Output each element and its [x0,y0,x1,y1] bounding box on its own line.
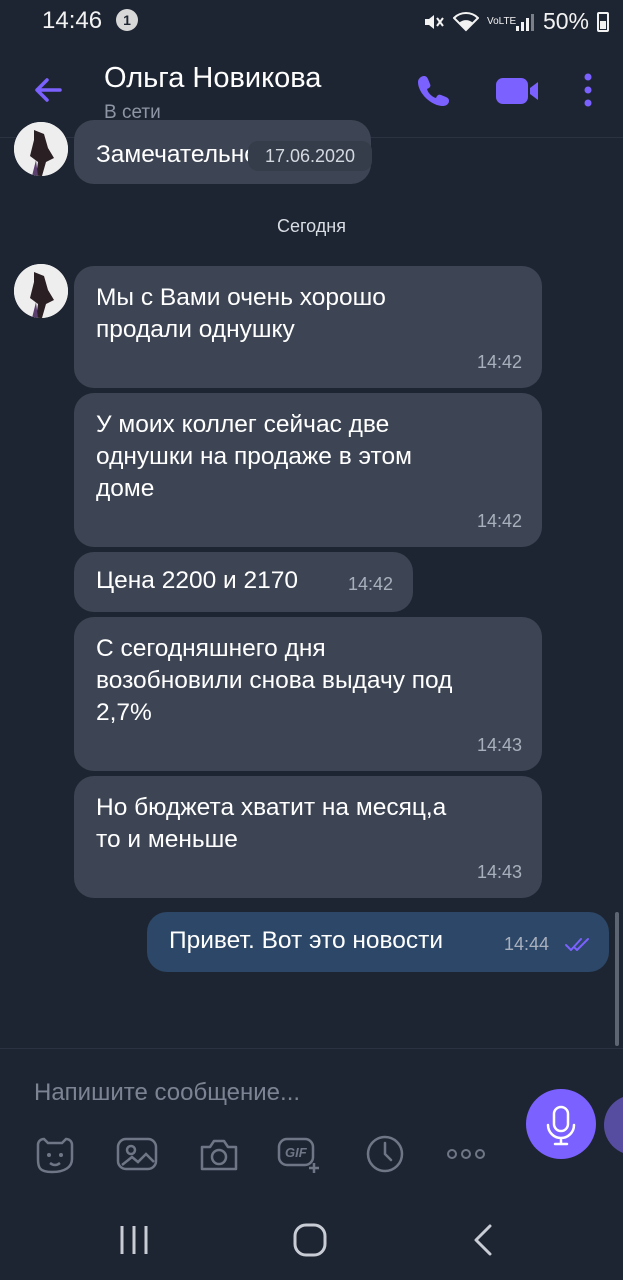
message-bubble-incoming[interactable]: Но бюджета хватит на месяц,а то и меньше… [74,776,542,898]
status-bar: 14:46 1 VoLTE 50% [0,0,623,44]
scrollbar[interactable] [615,912,619,1046]
gallery-icon[interactable] [114,1133,160,1175]
system-nav-bar [0,1200,623,1280]
message-bubble-incoming[interactable]: Цена 2200 и 2170 14:42 [74,552,413,612]
message-text: У моих коллег сейчас две однушки на прод… [96,409,412,505]
mute-icon [424,14,444,29]
message-line: доме [96,475,155,502]
battery-percentage: 50% [542,8,589,34]
camera-icon[interactable] [196,1133,242,1175]
message-line: Мы с Вами очень хорошо [96,284,386,311]
message-time: 14:42 [476,511,522,531]
message-bubble-incoming[interactable]: С сегодняшнего дня возобновили снова выд… [74,617,542,771]
message-line: 2,7% [96,699,152,726]
message-text: Мы с Вами очень хорошо продали однушку [96,282,386,346]
day-separator: Сегодня [277,216,346,236]
back-icon[interactable] [464,1220,504,1260]
message-text: Привет. Вот это новости [169,927,444,954]
message-text: Но бюджета хватит на месяц,а то и меньше [96,792,446,856]
message-line: Но бюджета хватит на месяц,а [96,794,447,821]
message-time: 14:42 [476,352,522,372]
notification-count-badge: 1 [116,9,138,31]
voice-message-button[interactable] [526,1089,596,1159]
gif-icon[interactable]: GIF [276,1133,322,1175]
status-icons: VoLTE 50% [423,8,609,35]
phone-icon[interactable] [416,72,452,108]
message-time: 14:43 [476,862,522,882]
signal-icon [515,13,534,31]
read-receipt-icon [565,938,589,951]
message-line: продали однушку [96,316,295,343]
home-icon[interactable] [290,1220,330,1260]
message-line: У моих коллег сейчас две [96,411,390,438]
timer-icon[interactable] [362,1133,408,1175]
recent-apps-icon[interactable] [114,1220,154,1260]
volte-indicator: VoLTE [486,15,517,27]
more-options-icon[interactable] [578,70,598,110]
contact-name[interactable]: Ольга Новикова [104,62,321,95]
message-bubble-incoming[interactable]: У моих коллег сейчас две однушки на прод… [74,393,542,547]
video-call-icon[interactable] [494,74,542,108]
message-bubble-outgoing[interactable]: Привет. Вот это новости 14:44 [147,912,609,972]
wifi-icon [452,11,479,31]
message-line: возобновили снова выдачу под [96,667,453,694]
date-chip: 17.06.2020 [248,141,372,171]
expand-button[interactable] [604,1095,623,1155]
battery-icon [597,11,609,32]
status-time: 14:46 [42,7,103,34]
message-line: однушки на продаже в этом [96,443,412,470]
contact-avatar[interactable] [14,264,68,318]
avatar-image [14,122,68,176]
message-input[interactable] [34,1073,474,1113]
message-time: 14:42 [347,574,393,594]
more-options-icon[interactable] [444,1133,490,1175]
message-text: Замечательно [96,141,258,168]
microphone-icon [546,1105,576,1146]
message-composer: GIF [0,1048,623,1200]
sticker-icon[interactable] [32,1133,78,1175]
avatar-image [14,264,68,318]
message-bubble-incoming[interactable]: Мы с Вами очень хорошо продали однушку 1… [74,266,542,388]
message-time: 14:43 [476,735,522,755]
back-arrow-icon[interactable] [30,72,66,108]
message-text: Цена 2200 и 2170 [96,567,299,594]
message-text: С сегодняшнего дня возобновили снова выд… [96,633,452,729]
message-time: 14:44 [504,934,550,954]
gif-label: GIF [285,1145,307,1160]
contact-avatar[interactable] [14,122,68,176]
message-line: то и меньше [96,826,238,853]
message-line: С сегодняшнего дня [96,635,326,662]
